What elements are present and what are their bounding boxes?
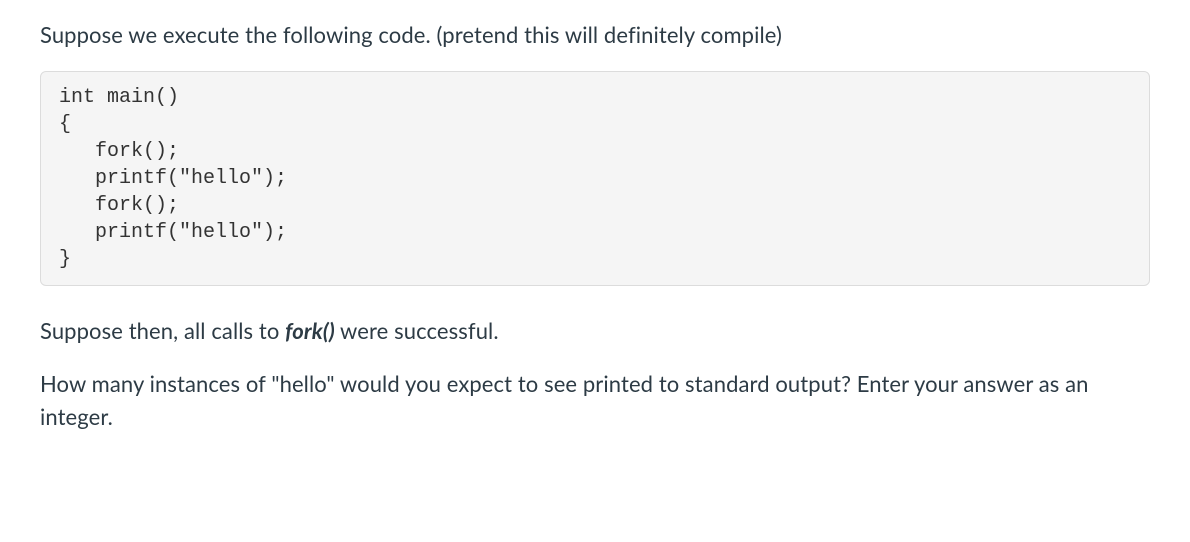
code-line: printf("hello"); — [59, 219, 1131, 246]
prompt-text: How many instances of "hello" would you … — [40, 367, 1150, 433]
code-line: fork(); — [59, 138, 1131, 165]
code-line: int main() — [59, 84, 1131, 111]
question-intro-text: Suppose we execute the following code. (… — [40, 18, 1150, 51]
code-line: printf("hello"); — [59, 165, 1131, 192]
code-line: { — [59, 111, 1131, 138]
fork-emphasis: fork() — [285, 317, 335, 344]
assumption-post: were successful. — [335, 317, 499, 344]
code-block: int main(){ fork(); printf("hello"); for… — [40, 71, 1150, 286]
code-line: fork(); — [59, 192, 1131, 219]
assumption-text: Suppose then, all calls to fork() were s… — [40, 314, 1150, 347]
assumption-pre: Suppose then, all calls to — [40, 317, 285, 344]
code-line: } — [59, 246, 1131, 273]
